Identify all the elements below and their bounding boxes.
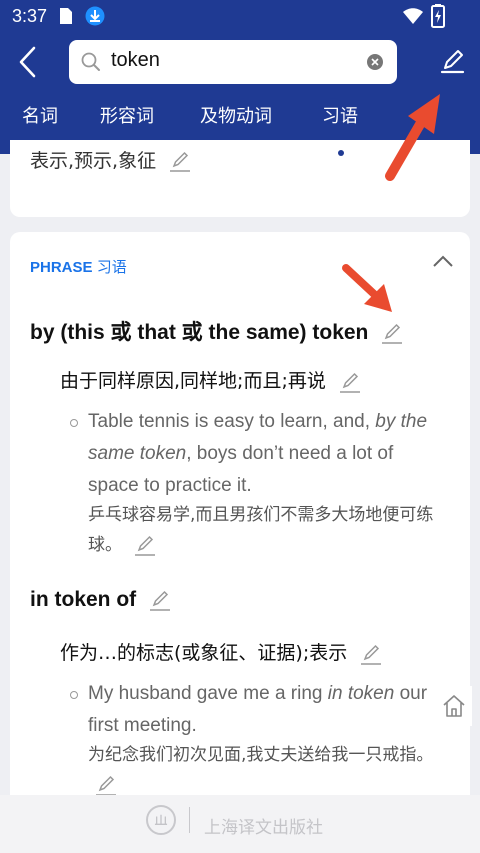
example-bullet bbox=[70, 691, 78, 699]
phrase-definition: 作为…的标志(或象征、证据);表示 bbox=[60, 638, 383, 666]
edit-icon[interactable] bbox=[436, 46, 468, 78]
footer-divider bbox=[189, 807, 190, 833]
tab-adjective[interactable]: 形容词 bbox=[100, 102, 154, 128]
home-icon bbox=[443, 695, 465, 717]
back-button[interactable] bbox=[10, 44, 46, 80]
edit-note-icon[interactable] bbox=[148, 588, 172, 612]
example-translation: 乒乓球容易学,而且男孩们不需多大场地便可练球。 bbox=[88, 505, 434, 557]
status-time: 3:37 bbox=[12, 6, 48, 26]
home-button[interactable] bbox=[436, 686, 472, 726]
edit-note-icon[interactable] bbox=[359, 642, 383, 666]
status-bar: 3:37 bbox=[0, 0, 480, 34]
edit-note-icon[interactable] bbox=[133, 533, 157, 557]
tab-transitive-verb[interactable]: 及物动词 bbox=[200, 102, 272, 128]
tab-idiom[interactable]: 习语 bbox=[322, 102, 358, 128]
clipped-definition: 表示,预示,象征 bbox=[30, 146, 192, 173]
sim-card-icon bbox=[60, 8, 72, 24]
search-query: token bbox=[111, 49, 160, 71]
tab-noun[interactable]: 名词 bbox=[22, 102, 58, 128]
chevron-up-icon[interactable] bbox=[432, 254, 454, 268]
example-bullet bbox=[70, 419, 78, 427]
battery-icon bbox=[431, 4, 445, 28]
phrase-title: in token of bbox=[30, 588, 172, 612]
example-translation: 为纪念我们初次见面,我丈夫送给我一只戒指。 bbox=[88, 740, 448, 800]
edit-note-icon[interactable] bbox=[338, 370, 362, 394]
annotation-arrow-icon bbox=[385, 94, 440, 181]
close-icon bbox=[371, 58, 379, 66]
publisher-logo-icon bbox=[146, 805, 176, 835]
app-bar: token bbox=[0, 34, 480, 90]
example-sentence: Table tennis is easy to learn, and, by t… bbox=[88, 411, 428, 496]
phrase-card: PHRASE 习语 by (this 或 that 或 the same) to… bbox=[10, 232, 470, 832]
clear-search-button[interactable] bbox=[367, 54, 383, 70]
edit-note-icon[interactable] bbox=[94, 773, 118, 797]
search-input[interactable]: token bbox=[69, 40, 397, 84]
publisher-name: 上海译文出版社 bbox=[204, 818, 323, 838]
annotation-arrow-icon bbox=[342, 264, 392, 312]
phrase-title: by (this 或 that 或 the same) token bbox=[30, 316, 404, 346]
phrase-section-header: PHRASE 习语 bbox=[30, 258, 127, 276]
active-tab-indicator bbox=[338, 150, 344, 156]
phrase-definition: 由于同样原因,同样地;而且;再说 bbox=[60, 366, 362, 394]
edit-note-icon[interactable] bbox=[380, 321, 404, 345]
edit-note-icon[interactable] bbox=[168, 151, 192, 173]
download-icon bbox=[85, 6, 105, 26]
search-icon bbox=[81, 52, 100, 71]
back-arrow-icon bbox=[19, 46, 36, 78]
example-sentence: My husband gave me a ring in token our f… bbox=[88, 683, 428, 736]
wifi-icon bbox=[403, 8, 423, 24]
publisher-footer: 上海译文出版社 bbox=[0, 795, 480, 853]
